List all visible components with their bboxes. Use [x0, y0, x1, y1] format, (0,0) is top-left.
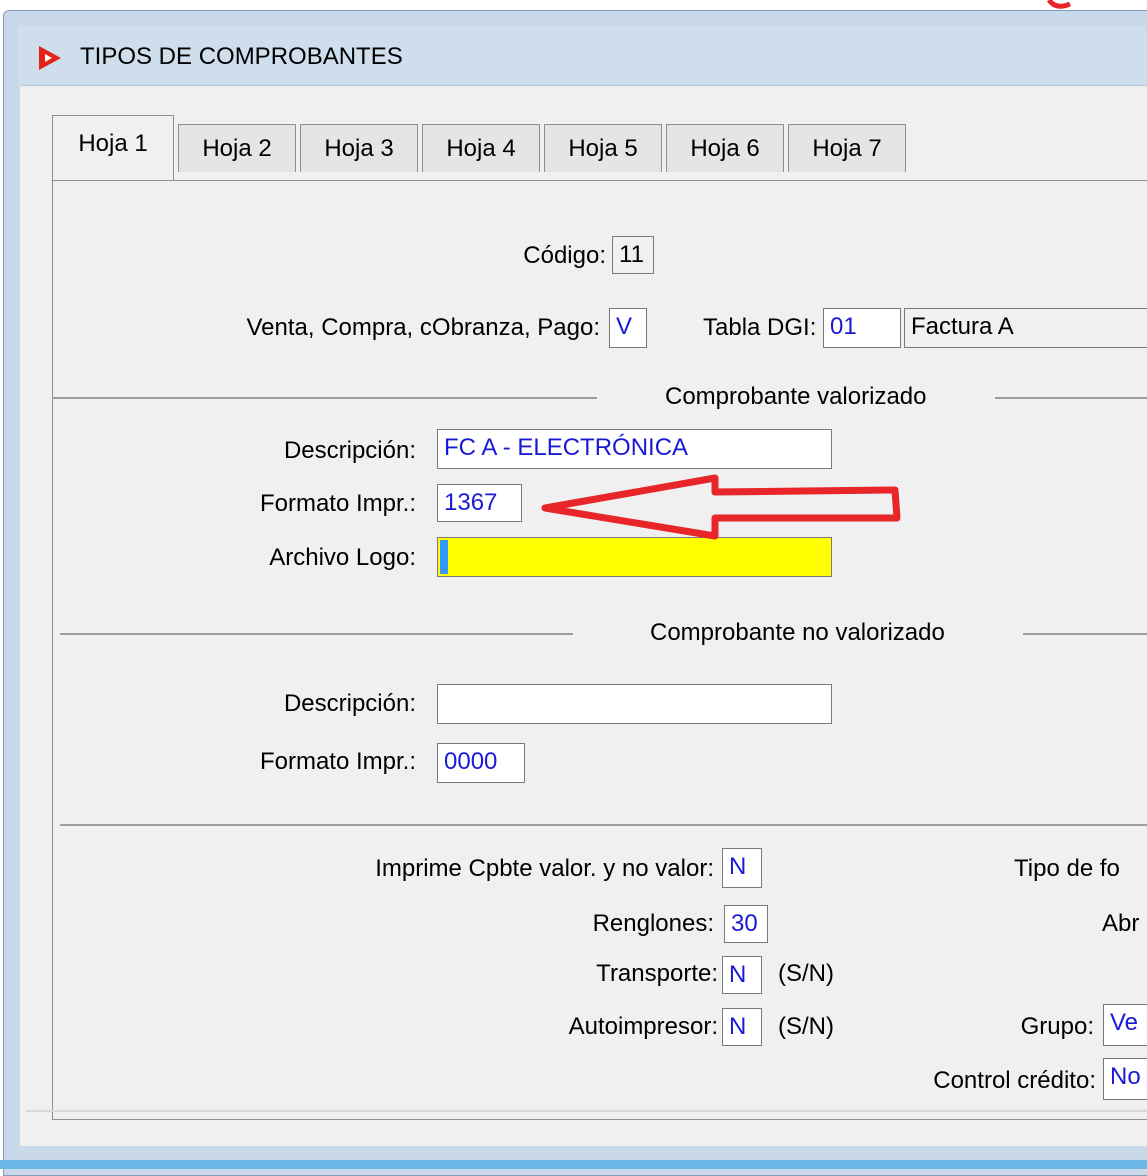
app-logo-icon	[39, 46, 61, 70]
divider-right	[995, 397, 1147, 399]
codigo-field[interactable]: 11	[612, 236, 654, 274]
divider-left	[52, 397, 597, 399]
autoimpresor-field[interactable]: N	[722, 1008, 762, 1046]
section-valorizado-title: Comprobante valorizado	[665, 383, 927, 410]
tab-hoja-7[interactable]: Hoja 7	[788, 124, 906, 172]
grupo-label: Grupo:	[1020, 1013, 1094, 1040]
archivo-logo-label: Archivo Logo:	[269, 544, 416, 571]
window-bottom-border	[0, 1160, 1147, 1169]
imprime-field[interactable]: N	[722, 848, 762, 888]
section-no-valorizado-title: Comprobante no valorizado	[650, 619, 945, 646]
text-caret	[440, 540, 448, 574]
transporte-hint: (S/N)	[778, 960, 834, 987]
transporte-field[interactable]: N	[722, 956, 762, 994]
tabla-dgi-label: Tabla DGI:	[703, 314, 817, 341]
formato-impr-nv-field[interactable]: 0000	[437, 743, 525, 783]
grupo-field[interactable]: Ve	[1103, 1004, 1147, 1046]
tab-hoja-6[interactable]: Hoja 6	[666, 124, 784, 172]
tab-hoja-1[interactable]: Hoja 1	[52, 115, 174, 181]
imprime-label: Imprime Cpbte valor. y no valor:	[375, 855, 714, 882]
tab-hoja-2[interactable]: Hoja 2	[178, 124, 296, 172]
transporte-label: Transporte:	[596, 960, 718, 987]
abreviatura-label: Abr	[1102, 910, 1140, 937]
divider-right-2	[1023, 633, 1147, 635]
tipo-label: Venta, Compra, cObranza, Pago:	[246, 314, 600, 341]
renglones-label: Renglones:	[592, 910, 714, 937]
corner-annotation-mark	[1046, 0, 1071, 9]
divider-left-2	[60, 633, 573, 635]
descripcion-field[interactable]: FC A - ELECTRÓNICA	[437, 429, 832, 469]
renglones-field[interactable]: 30	[724, 905, 768, 943]
formato-impr-label: Formato Impr.:	[259, 490, 416, 517]
divider-options	[60, 824, 1147, 826]
descripcion-nv-label: Descripción:	[283, 690, 416, 717]
control-credito-field[interactable]: No	[1103, 1058, 1147, 1100]
tab-hoja-5[interactable]: Hoja 5	[544, 124, 662, 172]
autoimpresor-label: Autoimpresor:	[568, 1013, 718, 1040]
formato-impr-nv-label: Formato Impr.:	[259, 748, 416, 775]
annotation-arrow-icon	[541, 474, 901, 540]
autoimpresor-hint: (S/N)	[778, 1013, 834, 1040]
descripcion-label: Descripción:	[283, 437, 416, 464]
descripcion-nv-field[interactable]	[437, 684, 832, 724]
codigo-label: Código:	[523, 242, 606, 269]
tabla-dgi-desc-field: Factura A	[904, 308, 1147, 348]
status-separator	[26, 1110, 1147, 1112]
tab-hoja-3[interactable]: Hoja 3	[300, 124, 418, 172]
tabla-dgi-code-field[interactable]: 01	[823, 308, 901, 348]
control-credito-label: Control crédito:	[933, 1067, 1096, 1094]
tipo-field[interactable]: V	[609, 308, 647, 348]
window-title: TIPOS DE COMPROBANTES	[80, 43, 403, 70]
formato-impr-field[interactable]: 1367	[437, 484, 522, 522]
tipo-formulario-label: Tipo de fo	[1014, 855, 1120, 882]
tab-hoja-4[interactable]: Hoja 4	[422, 124, 540, 172]
